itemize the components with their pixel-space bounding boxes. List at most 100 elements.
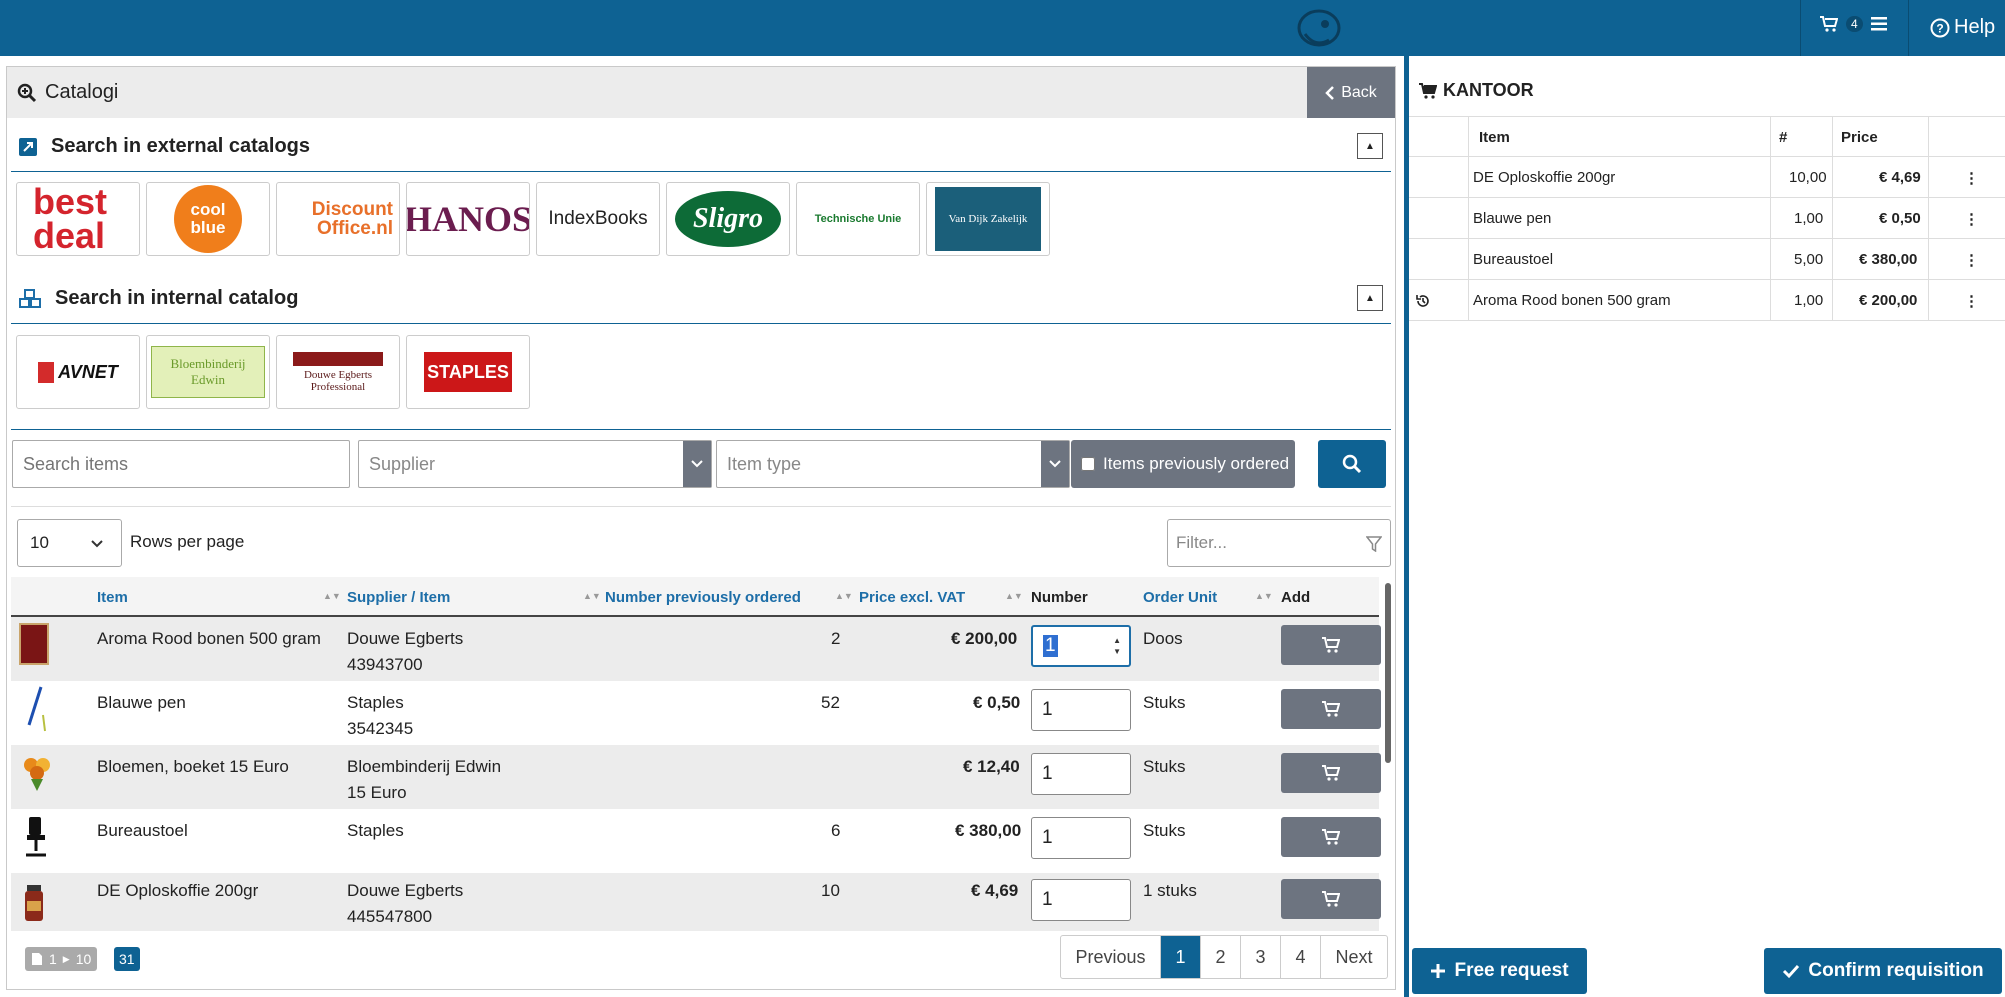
quantity-input[interactable]: 1 <box>1031 753 1131 795</box>
col-header-number: Number <box>1031 588 1088 606</box>
back-label: Back <box>1341 83 1377 101</box>
confirm-requisition-button[interactable]: Confirm requisition <box>1764 948 2002 994</box>
col-header-add: Add <box>1281 588 1311 606</box>
vandijk-logo: Van Dijk Zakelijk <box>935 187 1041 251</box>
internal-catalog-label: Search in internal catalog <box>55 287 299 309</box>
coolblue-logo: cool blue <box>174 185 242 253</box>
catalog-tile-douweegberts[interactable]: Douwe Egberts Professional <box>276 335 400 409</box>
table-filter-input[interactable]: Filter... <box>1167 519 1391 567</box>
range-from: 1 <box>49 951 57 967</box>
collapse-internal-button[interactable]: ▲ <box>1357 285 1383 311</box>
search-button[interactable] <box>1318 440 1386 488</box>
product-thumbnail-coffee-jar <box>25 885 43 921</box>
add-to-cart-button[interactable] <box>1281 879 1381 919</box>
col-header-supplier[interactable]: Supplier / Item <box>347 579 450 615</box>
cart-item-price: € 380,00 <box>1859 251 1918 268</box>
history-icon <box>1416 295 1429 307</box>
internal-catalog-title: Search in internal catalog <box>19 287 298 310</box>
page-button-3[interactable]: 3 <box>1241 936 1281 978</box>
previously-ordered-checkbox[interactable] <box>1081 457 1095 471</box>
page-button-1[interactable]: 1 <box>1161 936 1201 978</box>
ellipsis-vertical-icon[interactable]: ⋮ <box>1964 169 1979 187</box>
caret-right-icon: ▶ <box>62 953 70 964</box>
quantity-value: 1 <box>1042 889 1053 910</box>
order-unit: Stuks <box>1143 693 1186 712</box>
search-items-input[interactable] <box>12 440 350 488</box>
ellipsis-vertical-icon[interactable]: ⋮ <box>1964 292 1979 310</box>
add-to-cart-button[interactable] <box>1281 625 1381 665</box>
supplier-name: Douwe Egberts <box>347 881 464 900</box>
table-scrollbar[interactable] <box>1385 583 1391 763</box>
item-type-select[interactable]: Item type <box>716 440 1070 488</box>
total-count-badge: 31 <box>114 947 140 971</box>
sort-icon[interactable]: ▲▼ <box>1255 591 1273 601</box>
help-link[interactable]: ? Help <box>1930 16 1995 39</box>
sligro-logo: Sligro <box>675 191 781 247</box>
sort-icon[interactable]: ▲▼ <box>1005 591 1023 601</box>
next-page-button[interactable]: Next <box>1321 936 1387 978</box>
ellipsis-vertical-icon[interactable]: ⋮ <box>1964 251 1979 269</box>
chevron-down-icon <box>683 441 711 487</box>
sort-icon[interactable]: ▲▼ <box>835 591 853 601</box>
section-divider <box>11 429 1391 430</box>
cart-icon <box>1322 701 1340 717</box>
add-to-cart-button[interactable] <box>1281 817 1381 857</box>
previously-ordered-label: Items previously ordered <box>1103 454 1290 473</box>
avnet-logo: AVNET <box>38 361 118 383</box>
discountoffice-logo: Discount Office.nl <box>311 199 393 239</box>
quantity-stepper[interactable]: 1 ▲ ▼ <box>1031 625 1131 667</box>
catalog-tile-bestdeal[interactable]: best deal <box>16 182 140 256</box>
catalog-tile-avnet[interactable]: AVNET <box>16 335 140 409</box>
chevron-down-icon <box>91 540 103 548</box>
cart-item-name: DE Oploskoffie 200gr <box>1473 169 1616 186</box>
catalog-tile-discountoffice[interactable]: Discount Office.nl <box>276 182 400 256</box>
col-header-price[interactable]: Price excl. VAT <box>859 579 965 615</box>
catalog-tile-sligro[interactable]: Sligro <box>666 182 790 256</box>
previous-page-button[interactable]: Previous <box>1061 936 1161 978</box>
chevron-up-icon: ▲ <box>1365 292 1375 304</box>
supplier-select[interactable]: Supplier <box>358 440 712 488</box>
chevron-up-icon: ▲ <box>1365 140 1375 152</box>
sort-icon[interactable]: ▲▼ <box>583 591 601 601</box>
ellipsis-vertical-icon[interactable]: ⋮ <box>1964 210 1979 228</box>
cart-row: Bureaustoel 5,00 € 380,00 ⋮ <box>1409 239 2005 280</box>
cart-item-price: € 0,50 <box>1879 210 1921 227</box>
collapse-external-button[interactable]: ▲ <box>1357 133 1383 159</box>
free-request-button[interactable]: Free request <box>1412 948 1587 994</box>
page-button-4[interactable]: 4 <box>1281 936 1321 978</box>
catalog-tile-hanos[interactable]: HANOS <box>406 182 530 256</box>
cart-icon <box>1322 891 1340 907</box>
cart-item-name: Blauwe pen <box>1473 210 1552 227</box>
catalog-tile-vandijk[interactable]: Van Dijk Zakelijk <box>926 182 1050 256</box>
page-button-2[interactable]: 2 <box>1201 936 1241 978</box>
quantity-input[interactable]: 1 <box>1031 817 1131 859</box>
order-unit: Doos <box>1143 629 1183 648</box>
back-button[interactable]: Back <box>1307 67 1395 118</box>
stepper-arrows-icon[interactable]: ▲ ▼ <box>1113 635 1121 657</box>
col-header-order-unit[interactable]: Order Unit <box>1143 579 1217 615</box>
sort-icon[interactable]: ▲▼ <box>323 591 341 601</box>
cubes-icon <box>19 288 41 308</box>
quantity-input[interactable]: 1 <box>1031 689 1131 731</box>
catalog-tile-indexbooks[interactable]: IndexBooks <box>536 182 660 256</box>
rows-per-page-select[interactable]: 10 <box>17 519 122 567</box>
external-catalogs-title: Search in external catalogs <box>19 135 310 158</box>
col-header-item[interactable]: Item <box>97 579 128 615</box>
confirm-label: Confirm requisition <box>1808 960 1984 981</box>
price: € 200,00 <box>951 629 1018 648</box>
quantity-input[interactable]: 1 <box>1031 879 1131 921</box>
cart-count-badge: 4 <box>1846 16 1863 32</box>
col-header-prev-ordered[interactable]: Number previously ordered <box>605 579 801 615</box>
cart-summary[interactable]: 4 <box>1820 16 1887 32</box>
add-to-cart-button[interactable] <box>1281 689 1381 729</box>
catalog-tile-coolblue[interactable]: cool blue <box>146 182 270 256</box>
catalog-tile-technischeunie[interactable]: Technische Unie <box>796 182 920 256</box>
previously-ordered-toggle[interactable]: Items previously ordered <box>1071 440 1295 488</box>
catalog-tile-staples[interactable]: STAPLES <box>406 335 530 409</box>
menu-icon[interactable] <box>1870 17 1887 31</box>
pagination: Previous 1 2 3 4 Next <box>1060 935 1388 979</box>
bestdeal-logo: best deal <box>33 182 108 256</box>
catalog-tile-bloembinderij[interactable]: Bloembinderij Edwin <box>146 335 270 409</box>
add-to-cart-button[interactable] <box>1281 753 1381 793</box>
douweegberts-logo: Douwe Egberts Professional <box>293 351 383 393</box>
